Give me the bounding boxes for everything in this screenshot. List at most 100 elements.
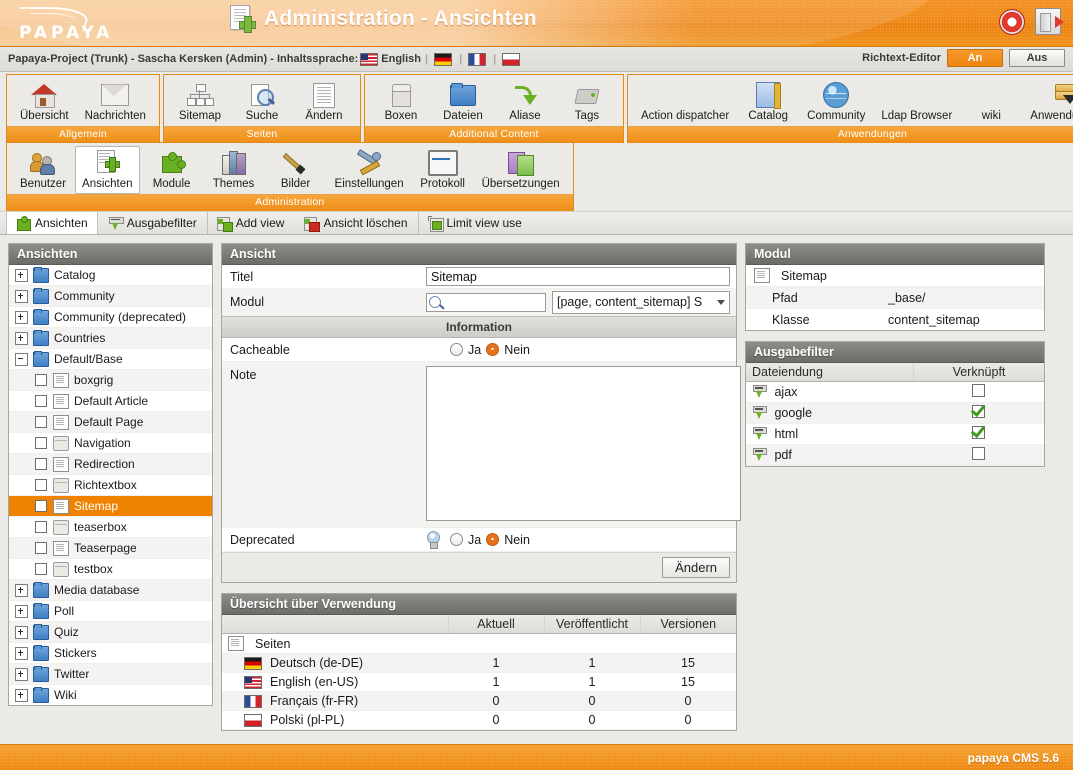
table-row[interactable]: Polski (pl-PL) 0 0 0 [222,710,736,730]
ribbon-item-dateien[interactable]: Dateien [433,78,493,126]
tab-limit-view-use[interactable]: Limit view use [417,212,532,234]
tree-item-catalog[interactable]: Catalog [9,265,212,286]
expand-toggle-icon[interactable] [15,289,28,303]
tree-item-checkbox[interactable] [35,563,47,575]
ribbon-item-wiki[interactable]: wiki [961,78,1021,126]
tree-item-teaserbox[interactable]: teaserbox [9,517,212,538]
hint-bulb-icon[interactable] [426,531,440,549]
deprecated-yes-radio[interactable] [450,533,463,546]
ribbon-item-aendern[interactable]: Ändern [294,78,354,126]
tab-ansichten[interactable]: Ansichten [6,212,98,234]
ribbon-item-ldap-browser[interactable]: Ldap Browser [874,78,959,126]
table-row[interactable]: pdf [746,444,1044,466]
expand-toggle-icon[interactable] [15,646,28,660]
tree-item-quiz[interactable]: Quiz [9,622,212,643]
tree-item-media-database[interactable]: Media database [9,580,212,601]
tree-item-checkbox[interactable] [35,479,47,491]
tree-item-community[interactable]: Community [9,286,212,307]
ribbon-item-bilder[interactable]: Bilder [266,146,326,194]
tab-ausgabefilter[interactable]: Ausgabefilter [98,212,207,234]
table-row[interactable]: ajax [746,381,1044,403]
tree-item-default-page[interactable]: Default Page [9,412,212,433]
tree-item-richtextbox[interactable]: Richtextbox [9,475,212,496]
expand-toggle-icon[interactable] [15,667,28,681]
ribbon-item-themes[interactable]: Themes [204,146,264,194]
ribbon-item-aliase[interactable]: Aliase [495,78,555,126]
expand-toggle-icon[interactable] [15,310,28,324]
note-textarea[interactable] [426,366,741,521]
ribbon-item-suche[interactable]: Suche [232,78,292,126]
cacheable-yes-radio[interactable] [450,343,463,356]
tab-add-view[interactable]: Add view [206,212,295,234]
tree-item-checkbox[interactable] [35,458,47,470]
table-row[interactable]: English (en-US) 1 1 15 [222,672,736,692]
tree-item-testbox[interactable]: testbox [9,559,212,580]
ribbon-item-uebersicht[interactable]: Übersicht [13,78,76,126]
ribbon-item-tags[interactable]: Tags [557,78,617,126]
ribbon-item-boxen[interactable]: Boxen [371,78,431,126]
ribbon-item-uebersetzungen[interactable]: Übersetzungen [475,146,567,194]
tree-item-checkbox[interactable] [35,500,47,512]
titel-input[interactable] [426,267,730,286]
linked-checkbox[interactable] [972,384,986,397]
lifering-help-icon[interactable] [999,8,1025,35]
ribbon-item-module[interactable]: Module [142,146,202,194]
collapse-toggle-icon[interactable] [15,352,28,366]
tree-item-poll[interactable]: Poll [9,601,212,622]
expand-toggle-icon[interactable] [15,625,28,639]
tree-item-checkbox[interactable] [35,437,47,449]
tree-item-navigation[interactable]: Navigation [9,433,212,454]
expand-toggle-icon[interactable] [15,331,28,345]
expand-toggle-icon[interactable] [15,583,28,597]
tree-item-default-base[interactable]: Default/Base [9,349,212,370]
tree-item-stickers[interactable]: Stickers [9,643,212,664]
linked-checkbox[interactable] [972,426,986,439]
table-row[interactable]: Français (fr-FR) 0 0 0 [222,691,736,711]
tree-item-wiki[interactable]: Wiki [9,685,212,705]
flag-fr-fr-icon[interactable] [468,52,487,66]
tree-item-checkbox[interactable] [35,416,47,428]
save-button[interactable]: Ändern [662,557,730,578]
flag-en-us-icon[interactable] [360,52,379,66]
ribbon-item-ansichten[interactable]: Ansichten [75,146,140,194]
ribbon-item-protokoll[interactable]: Protokoll [413,146,473,194]
ribbon-item-sitemap[interactable]: Sitemap [170,78,230,126]
papaya-logo[interactable]: PAPAYA [12,5,204,43]
modul-select[interactable]: [page, content_sitemap] S [552,290,730,314]
expand-toggle-icon[interactable] [15,604,28,618]
tree-item-default-article[interactable]: Default Article [9,391,212,412]
ribbon-item-nachrichten[interactable]: Nachrichten [78,78,153,126]
expand-toggle-icon[interactable] [15,688,28,702]
flag-de-de-icon[interactable] [434,52,453,66]
linked-checkbox[interactable] [972,447,986,460]
ribbon-item-community[interactable]: Community [800,78,872,126]
tree-item-sitemap[interactable]: Sitemap [9,496,212,517]
flag-pl-pl-icon[interactable] [502,52,521,66]
expand-toggle-icon[interactable] [15,268,28,282]
richtext-on-button[interactable]: An [947,49,1003,67]
tree-item-checkbox[interactable] [35,374,47,386]
tree-item-checkbox[interactable] [35,542,47,554]
linked-checkbox[interactable] [972,405,986,418]
ribbon-item-anwendungen[interactable]: Anwendungen [1023,78,1073,126]
tree-item-community-deprecated[interactable]: Community (deprecated) [9,307,212,328]
tree-item-countries[interactable]: Countries [9,328,212,349]
deprecated-no-radio[interactable] [486,533,500,546]
logout-icon[interactable] [1035,8,1064,35]
tree-item-teaserpage[interactable]: Teaserpage [9,538,212,559]
richtext-off-button[interactable]: Aus [1009,49,1065,67]
cacheable-no-radio[interactable] [486,343,500,356]
table-row[interactable]: google [746,402,1044,424]
tree-item-boxgrig[interactable]: boxgrig [9,370,212,391]
table-row[interactable]: Deutsch (de-DE) 1 1 15 [222,653,736,673]
ribbon-item-einstellungen[interactable]: Einstellungen [328,146,411,194]
ribbon-item-catalog[interactable]: Catalog [738,78,798,126]
tree-item-redirection[interactable]: Redirection [9,454,212,475]
ribbon-item-benutzer[interactable]: Benutzer [13,146,73,194]
tree-item-checkbox[interactable] [35,395,47,407]
table-row[interactable]: html [746,423,1044,445]
tab-ansicht-loeschen[interactable]: Ansicht löschen [294,212,417,234]
tree-item-checkbox[interactable] [35,521,47,533]
ribbon-item-action-dispatcher[interactable]: Action dispatcher [634,78,736,126]
tree-item-twitter[interactable]: Twitter [9,664,212,685]
